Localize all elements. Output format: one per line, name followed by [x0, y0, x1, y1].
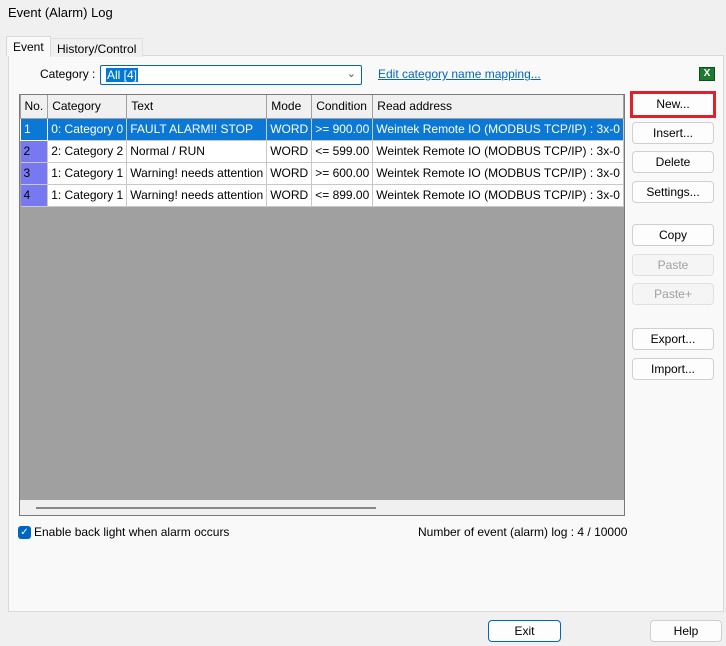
col-mode[interactable]: Mode — [266, 95, 313, 119]
cell-extra[interactable]: We — [623, 140, 624, 163]
cell-mode[interactable]: WORD — [266, 184, 313, 207]
cell-condition[interactable]: >= 900.00 — [311, 118, 374, 141]
col-text[interactable]: Text — [126, 95, 268, 119]
cell-mode[interactable]: WORD — [266, 118, 313, 141]
checkmark-icon: ✓ — [18, 525, 31, 539]
event-table[interactable]: No. Category Text Mode Condition Read ad… — [19, 94, 625, 516]
cell-text[interactable]: Normal / RUN — [126, 140, 268, 163]
export-button[interactable]: Export... — [632, 328, 714, 350]
window-title: Event (Alarm) Log — [8, 5, 113, 20]
edit-category-mapping-link[interactable]: Edit category name mapping... — [378, 67, 541, 81]
cell-no[interactable]: 4 — [20, 184, 49, 207]
category-label: Category : — [40, 67, 96, 81]
cell-mode[interactable]: WORD — [266, 140, 313, 163]
cell-category[interactable]: 1: Category 1 — [47, 184, 128, 207]
delete-button[interactable]: Delete — [632, 151, 714, 173]
cell-category[interactable]: 0: Category 0 — [47, 118, 128, 141]
cell-category[interactable]: 2: Category 2 — [47, 140, 128, 163]
settings-button[interactable]: Settings... — [632, 181, 714, 203]
col-notify[interactable]: No — [623, 95, 624, 119]
col-no[interactable]: No. — [20, 95, 49, 119]
cell-no[interactable]: 2 — [20, 140, 49, 163]
cell-no[interactable]: 3 — [20, 162, 49, 185]
col-category[interactable]: Category — [47, 95, 128, 119]
cell-no[interactable]: 1 — [20, 117, 49, 141]
cell-address[interactable]: Weintek Remote IO (MODBUS TCP/IP) : 3x-0 — [372, 162, 624, 185]
new-button[interactable]: New... — [630, 91, 716, 118]
exit-button[interactable]: Exit — [488, 620, 561, 642]
cell-address[interactable]: Weintek Remote IO (MODBUS TCP/IP) : 3x-0 — [372, 140, 624, 163]
backlight-label: Enable back light when alarm occurs — [34, 525, 230, 539]
cell-condition[interactable]: <= 899.00 — [311, 184, 374, 207]
cell-condition[interactable]: >= 600.00 — [311, 162, 374, 185]
category-value: All [4] — [106, 68, 139, 82]
col-read-address[interactable]: Read address — [372, 95, 624, 119]
cell-address[interactable]: Weintek Remote IO (MODBUS TCP/IP) : 3x-0 — [372, 184, 624, 207]
help-button[interactable]: Help — [650, 620, 722, 642]
cell-text[interactable]: Warning! needs attention — [126, 162, 268, 185]
insert-button[interactable]: Insert... — [632, 122, 714, 144]
table-row[interactable]: 4 1: Category 1 Warning! needs attention WO… — [20, 184, 624, 207]
scrollbar-thumb[interactable] — [36, 507, 376, 509]
cell-extra[interactable]: We — [623, 162, 624, 185]
excel-export-icon[interactable]: X — [699, 67, 715, 81]
cell-text[interactable]: Warning! needs attention — [126, 184, 268, 207]
table-row[interactable]: 3 1: Category 1 Warning! needs attention WO… — [20, 162, 624, 185]
cell-condition[interactable]: <= 599.00 — [311, 140, 374, 163]
chevron-down-icon: ⌄ — [346, 68, 356, 80]
table-row[interactable]: 2 2: Category 2 Normal / RUN WORD <= 599.00 W… — [20, 140, 624, 163]
paste-button[interactable]: Paste — [632, 254, 714, 276]
paste-plus-button[interactable]: Paste+ — [632, 283, 714, 305]
import-button[interactable]: Import... — [632, 358, 714, 380]
tab-history-control[interactable]: History/Control — [50, 38, 144, 57]
table-row[interactable]: 1 0: Category 0 FAULT ALARM!! STOP WORD >= 9… — [20, 117, 624, 141]
cell-extra[interactable]: We — [623, 184, 624, 207]
col-condition[interactable]: Condition — [311, 95, 374, 119]
cell-category[interactable]: 1: Category 1 — [47, 162, 128, 185]
copy-button[interactable]: Copy — [632, 224, 714, 246]
category-select[interactable]: All [4] ⌄ — [100, 65, 362, 85]
cell-address[interactable]: Weintek Remote IO (MODBUS TCP/IP) : 3x-0 — [372, 118, 624, 141]
tab-event[interactable]: Event — [6, 36, 51, 56]
cell-mode[interactable]: WORD — [266, 162, 313, 185]
cell-extra[interactable]: We — [623, 118, 624, 141]
event-count: Number of event (alarm) log : 4 / 10000 — [418, 525, 628, 539]
backlight-checkbox[interactable]: ✓ Enable back light when alarm occurs — [18, 525, 229, 539]
cell-text[interactable]: FAULT ALARM!! STOP — [126, 118, 268, 141]
